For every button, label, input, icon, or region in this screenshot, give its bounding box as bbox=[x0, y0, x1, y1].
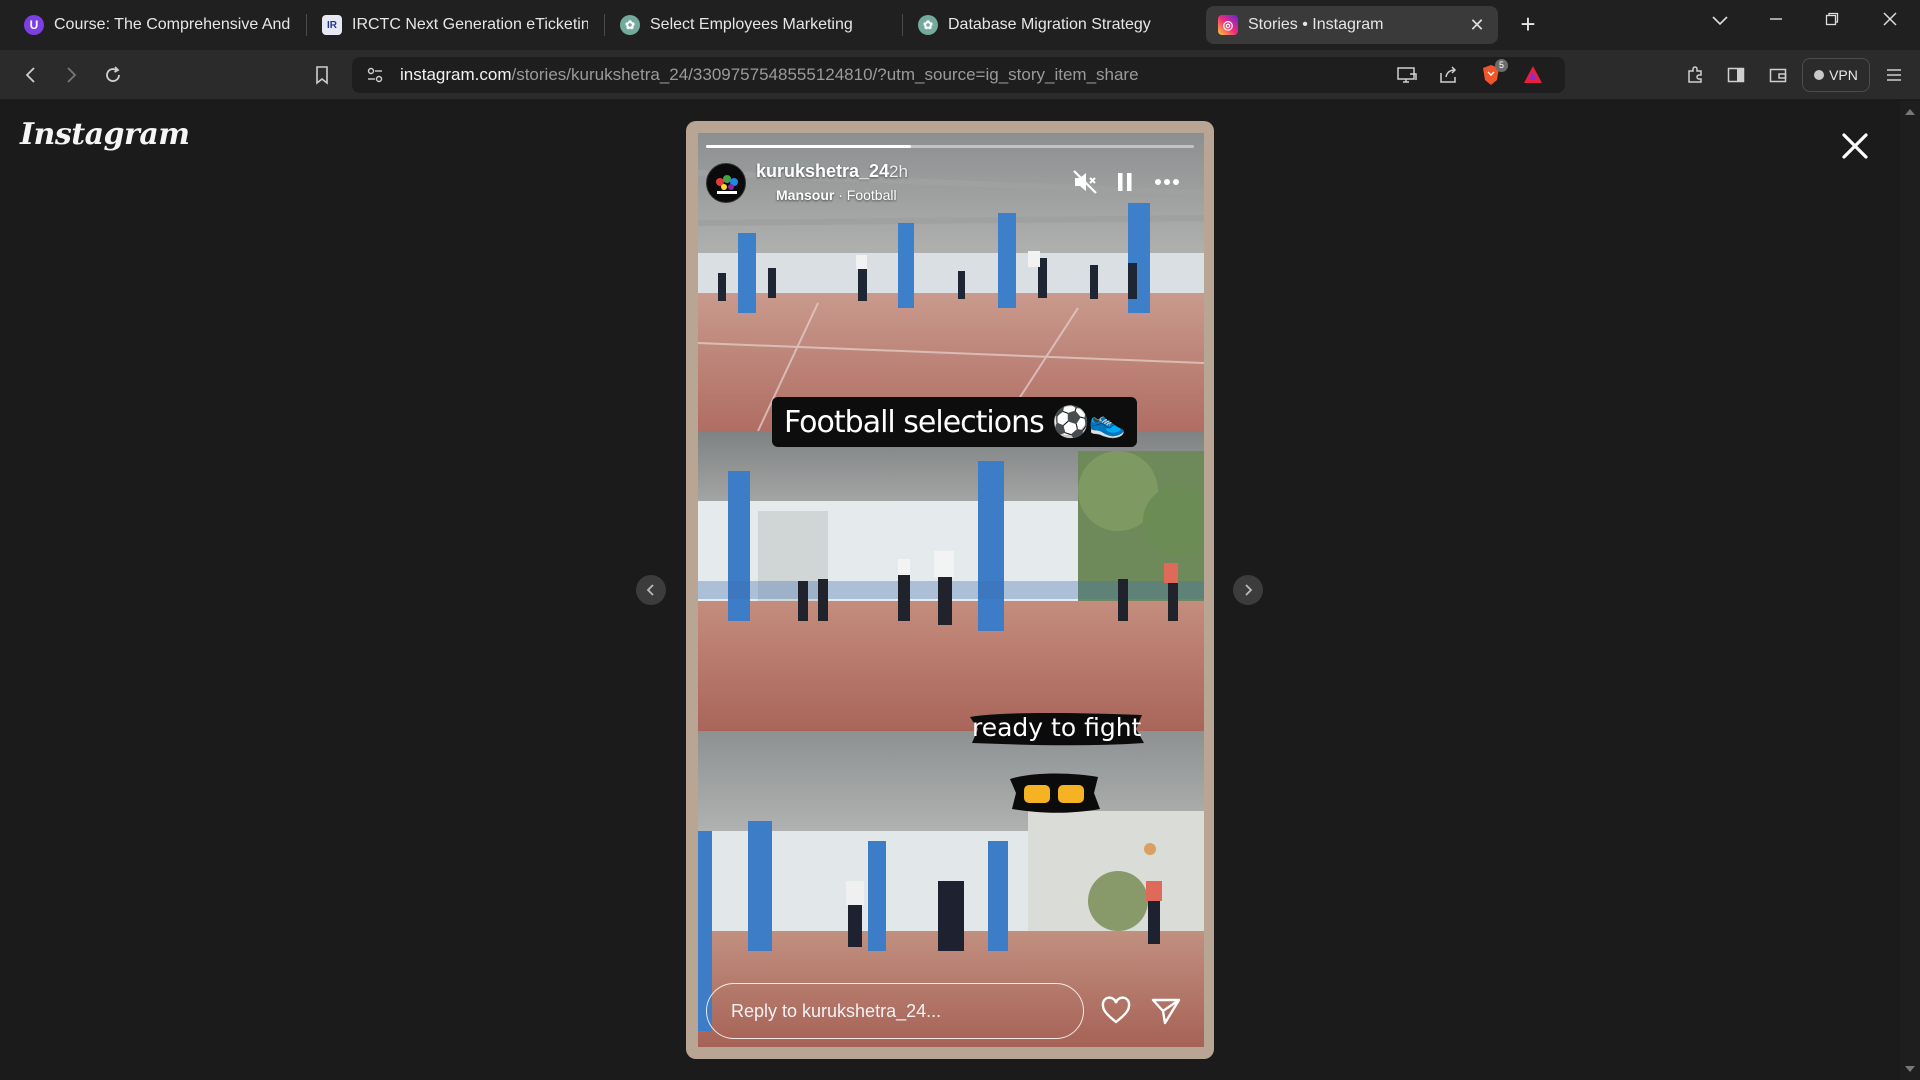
story-progress-bar bbox=[706, 145, 1194, 148]
chatgpt-icon: ✿ bbox=[918, 15, 938, 35]
browser-tab-strip: U Course: The Comprehensive Android IR I… bbox=[0, 0, 1920, 50]
hamburger-menu-icon bbox=[1887, 69, 1901, 81]
address-bar[interactable]: instagram.com/stories/kurukshetra_24/330… bbox=[352, 57, 1565, 93]
minimize-button[interactable] bbox=[1756, 6, 1796, 34]
fist-bump-emoji bbox=[1010, 773, 1100, 813]
ellipsis-icon bbox=[1155, 179, 1179, 185]
story-photo-2 bbox=[698, 431, 1204, 731]
avatar[interactable] bbox=[706, 163, 746, 203]
instagram-story-viewer: Instagram kurukshetra_24 2h Mansour · Fo… bbox=[0, 101, 1900, 1080]
story-sticker-text: ready to fight bbox=[972, 713, 1142, 742]
site-settings-icon[interactable] bbox=[366, 66, 384, 89]
pause-icon bbox=[1118, 173, 1132, 191]
url-host: instagram.com bbox=[400, 65, 512, 84]
puzzle-icon bbox=[1688, 66, 1702, 83]
forward-arrow-icon bbox=[67, 67, 77, 83]
bookmark-button[interactable] bbox=[307, 60, 337, 90]
tab-select-employees[interactable]: ✿ Select Employees Marketing bbox=[608, 6, 898, 44]
wallet-icon bbox=[1769, 68, 1787, 83]
instagram-icon: ◎ bbox=[1218, 15, 1238, 35]
reload-icon bbox=[106, 66, 120, 82]
audio-separator: · bbox=[834, 187, 847, 203]
audio-artist: Mansour bbox=[776, 187, 835, 203]
bookmark-icon bbox=[316, 66, 328, 85]
new-tab-button[interactable]: + bbox=[1514, 10, 1542, 38]
tab-divider bbox=[902, 14, 903, 36]
story-progress-fill bbox=[706, 145, 911, 148]
main-menu-button[interactable] bbox=[1879, 60, 1909, 90]
chatgpt-icon: ✿ bbox=[620, 15, 640, 35]
course-icon: U bbox=[24, 15, 44, 35]
heart-icon[interactable] bbox=[1100, 995, 1132, 1027]
chevron-right-icon bbox=[1245, 584, 1253, 596]
tab-instagram-stories[interactable]: ◎ Stories • Instagram ✕ bbox=[1206, 6, 1498, 44]
story-audio-label[interactable]: Mansour · Football bbox=[776, 187, 897, 203]
vpn-status-icon bbox=[1814, 70, 1825, 80]
share-icon[interactable] bbox=[1438, 65, 1458, 90]
irctc-icon: IR bbox=[322, 15, 342, 35]
shields-count-badge: 5 bbox=[1495, 59, 1508, 72]
tab-search-chevron-icon[interactable] bbox=[1700, 6, 1740, 34]
reply-input[interactable]: Reply to kurukshetra_24... bbox=[706, 983, 1084, 1039]
wallet-button[interactable] bbox=[1763, 60, 1793, 90]
restore-button[interactable] bbox=[1812, 6, 1852, 34]
story-caption: Football selections ⚽👟 bbox=[772, 397, 1138, 447]
reload-button[interactable] bbox=[98, 60, 128, 90]
extensions-button[interactable] bbox=[1680, 60, 1710, 90]
story-card[interactable]: kurukshetra_24 2h Mansour · Football Foo… bbox=[686, 121, 1214, 1059]
reply-placeholder: Reply to kurukshetra_24... bbox=[731, 1000, 942, 1021]
previous-story-button[interactable] bbox=[636, 575, 666, 605]
tab-divider bbox=[604, 14, 605, 36]
story-username[interactable]: kurukshetra_24 bbox=[756, 161, 889, 182]
back-button[interactable] bbox=[16, 60, 46, 90]
cast-icon[interactable] bbox=[1396, 65, 1418, 90]
tab-course[interactable]: U Course: The Comprehensive Android bbox=[12, 6, 302, 44]
next-story-button[interactable] bbox=[1233, 575, 1263, 605]
back-arrow-icon bbox=[25, 67, 35, 83]
url-path: /stories/kurukshetra_24/3309757548555124… bbox=[511, 65, 1139, 84]
close-story-icon[interactable] bbox=[1838, 129, 1872, 163]
story-media bbox=[698, 133, 1204, 1047]
send-icon[interactable] bbox=[1150, 995, 1182, 1027]
sidebar-icon bbox=[1727, 67, 1745, 83]
tab-database-migration[interactable]: ✿ Database Migration Strategy bbox=[906, 6, 1196, 44]
scroll-up-icon[interactable] bbox=[1905, 109, 1915, 115]
tab-divider bbox=[306, 14, 307, 36]
instagram-logo[interactable]: Instagram bbox=[20, 117, 190, 152]
vpn-button[interactable]: VPN bbox=[1802, 58, 1870, 92]
scroll-down-icon[interactable] bbox=[1905, 1066, 1915, 1072]
story-timestamp: 2h bbox=[889, 162, 908, 181]
more-options-button[interactable] bbox=[1152, 167, 1182, 197]
tab-close-icon[interactable]: ✕ bbox=[1468, 16, 1486, 34]
audio-title: Football bbox=[846, 187, 897, 203]
pause-button[interactable] bbox=[1110, 167, 1140, 197]
speaker-muted-icon bbox=[1073, 170, 1097, 194]
mute-button[interactable] bbox=[1070, 167, 1100, 197]
brave-rewards-icon[interactable] bbox=[1522, 64, 1544, 91]
chevron-left-icon bbox=[646, 584, 654, 596]
forward-button[interactable] bbox=[56, 60, 86, 90]
page-scrollbar[interactable] bbox=[1900, 101, 1920, 1080]
browser-toolbar: instagram.com/stories/kurukshetra_24/330… bbox=[0, 50, 1920, 100]
tab-irctc[interactable]: IR IRCTC Next Generation eTicketing Sy bbox=[310, 6, 600, 44]
close-window-button[interactable] bbox=[1870, 6, 1910, 34]
sidebar-toggle-button[interactable] bbox=[1721, 60, 1751, 90]
